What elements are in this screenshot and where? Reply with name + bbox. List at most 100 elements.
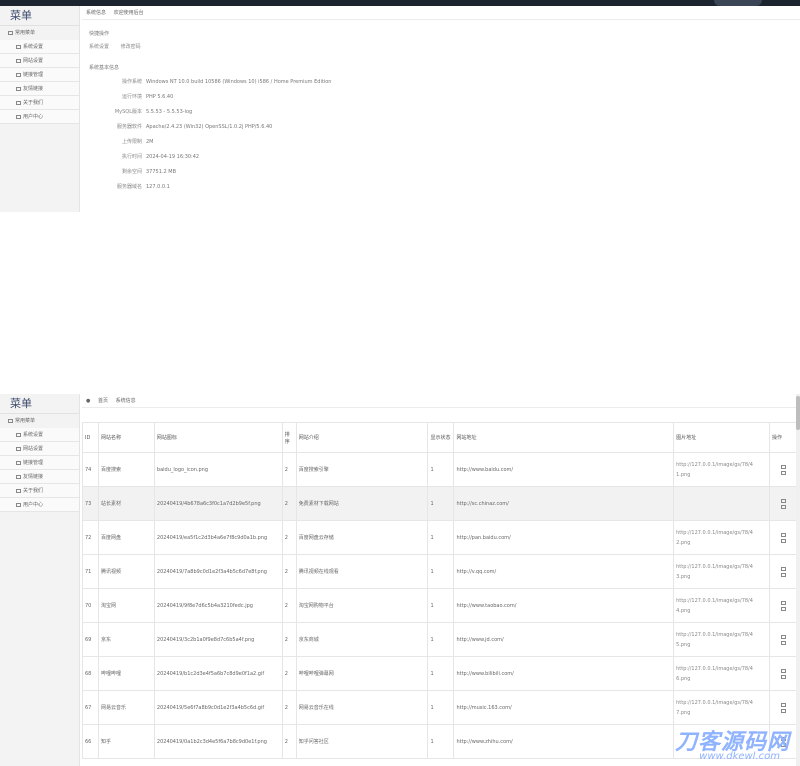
sidebar-item-about[interactable]: 关于我们 <box>0 96 79 110</box>
info-value: 2M <box>146 139 154 145</box>
cell-url[interactable]: http://v.qq.com/ <box>453 554 675 589</box>
cell-icon: 20240419/b1c2d3e4f5a6b7c8d9e0f1a2.gif <box>153 656 283 691</box>
col-header-sort[interactable]: 排序 <box>281 422 297 453</box>
edit-icon[interactable] <box>780 668 786 673</box>
col-header-icon[interactable]: 网站图标 <box>153 422 283 453</box>
sidebar-item-friend-links[interactable]: 友情链接 <box>0 82 79 96</box>
sidebar-item-label: 关于我们 <box>23 488 44 494</box>
edit-icon[interactable] <box>780 498 786 503</box>
sidebar-item-link-manage[interactable]: 链接管理 <box>0 456 79 470</box>
edit-icon[interactable] <box>780 634 786 639</box>
cell-id: 67 <box>82 690 99 725</box>
cell-sort: 2 <box>281 622 297 657</box>
edit-icon[interactable] <box>780 566 786 571</box>
cell-status: 1 <box>427 656 455 691</box>
cell-image: http://127.0.0.1/image/gs/78/4 6.png <box>673 656 770 691</box>
sidebar-item-site-settings[interactable]: 网站设置 <box>0 54 79 68</box>
sidebar-group[interactable]: 常用菜单 <box>0 414 79 428</box>
table-row: 71 腾讯视频 20240419/7a8b9c0d1e2f3a4b5c6d7e8f.… <box>82 554 799 589</box>
cell-actions <box>768 486 799 521</box>
shortcut-system-settings[interactable]: 系统设置 <box>89 44 109 50</box>
sidebar-item-label: 系统设置 <box>23 44 44 50</box>
breadcrumb-item[interactable]: 首页 <box>98 398 108 404</box>
cell-sort: 2 <box>281 724 297 759</box>
table-row: 74 百度搜索 baidu_logo_icon.png 2 百度搜索引擎 1 http://… <box>82 452 799 487</box>
col-header-desc[interactable]: 网站介绍 <box>295 422 429 453</box>
sidebar-item-user-center[interactable]: 用户中心 <box>0 498 79 512</box>
scrollbar[interactable] <box>796 394 800 766</box>
cell-id: 72 <box>82 520 99 555</box>
sidebar-item-label: 友情链接 <box>23 86 44 92</box>
cell-image: http://127.0.0.1/image/gs/78/4 4.png <box>673 588 770 623</box>
cell-url[interactable]: http://pan.baidu.com/ <box>453 520 675 555</box>
col-header-name[interactable]: 网站名称 <box>97 422 155 453</box>
cell-url[interactable]: http://www.bilibili.com/ <box>453 656 675 691</box>
breadcrumb-item: 系统信息 <box>115 398 136 404</box>
sidebar-item-link-manage[interactable]: 链接管理 <box>0 68 79 82</box>
delete-icon[interactable] <box>780 504 786 509</box>
sidebar-item-label: 网站设置 <box>23 446 44 452</box>
delete-icon[interactable] <box>780 708 786 713</box>
home-icon[interactable]: ● <box>86 398 90 404</box>
cell-url[interactable]: http://www.baidu.com/ <box>453 452 675 487</box>
cell-name: 淘宝网 <box>97 588 155 623</box>
cell-icon: 20240419/4b678a6c3f0c1a7d2b9e5f.png <box>153 486 283 521</box>
scrollbar-thumb[interactable] <box>796 396 800 430</box>
cell-image: http://127.0.0.1/image/gs/78/4 2.png <box>673 520 770 555</box>
cell-actions <box>768 656 799 691</box>
info-row: 操作系统 Windows NT 10.0 build 10586 (Windows… <box>82 75 800 90</box>
edit-icon[interactable] <box>780 464 786 469</box>
delete-icon[interactable] <box>780 606 786 611</box>
breadcrumb-item[interactable]: 系统信息 <box>86 10 106 16</box>
cell-status: 1 <box>427 622 455 657</box>
cell-desc: 哔哩哔哩弹幕网 <box>295 656 429 691</box>
sidebar-group[interactable]: 常用菜单 <box>0 26 79 40</box>
list-icon <box>16 58 21 63</box>
cell-sort: 2 <box>281 452 297 487</box>
info-label: 运行环境 <box>121 94 142 100</box>
cell-url[interactable]: http://www.jd.com/ <box>453 622 675 657</box>
sidebar-item-site-settings[interactable]: 网站设置 <box>0 442 79 456</box>
sidebar: 菜单 常用菜单 系统设置 网站设置 链接管理 友情链接 关于我们 用户中心 <box>0 394 80 766</box>
edit-icon[interactable] <box>780 532 786 537</box>
cell-url[interactable]: http://sc.chinaz.com/ <box>453 486 675 521</box>
sidebar-item-friend-links[interactable]: 友情链接 <box>0 470 79 484</box>
link-table: ID 网站名称 网站图标 排序 网站介绍 显示状态 网站地址 图片地址 操作 7… <box>82 422 799 759</box>
cell-name: 京东 <box>97 622 155 657</box>
sidebar-item-system-settings[interactable]: 系统设置 <box>0 428 79 442</box>
delete-icon[interactable] <box>780 572 786 577</box>
cell-desc: 淘宝网购物平台 <box>295 588 429 623</box>
image-url-line: 7.png <box>676 709 691 716</box>
cell-sort: 2 <box>281 656 297 691</box>
col-header-status[interactable]: 显示状态 <box>427 422 455 453</box>
shortcut-change-password[interactable]: 修改密码 <box>121 44 141 50</box>
delete-icon[interactable] <box>780 538 786 543</box>
sidebar-item-label: 关于我们 <box>23 100 44 106</box>
sidebar-item-system-settings[interactable]: 系统设置 <box>0 40 79 54</box>
col-header-url[interactable]: 网站地址 <box>453 422 675 453</box>
cell-id: 73 <box>82 486 99 521</box>
cell-url[interactable]: http://www.taobao.com/ <box>453 588 675 623</box>
cell-sort: 2 <box>281 520 297 555</box>
delete-icon[interactable] <box>780 674 786 679</box>
cell-name: 腾讯视频 <box>97 554 155 589</box>
cell-status: 1 <box>427 520 455 555</box>
delete-icon[interactable] <box>780 640 786 645</box>
main-content: ● 首页 系统信息 ID 网站名称 网站图标 排序 网站介绍 显示状态 网站地址… <box>82 394 800 766</box>
delete-icon[interactable] <box>780 470 786 475</box>
image-url-line: 2.png <box>676 539 691 546</box>
sidebar-title: 菜单 <box>0 6 79 26</box>
edit-icon[interactable] <box>780 600 786 605</box>
list-icon <box>16 502 21 507</box>
cell-name: 知乎 <box>97 724 155 759</box>
cell-actions <box>768 588 799 623</box>
sidebar-item-about[interactable]: 关于我们 <box>0 484 79 498</box>
sidebar-item-label: 系统设置 <box>23 432 44 438</box>
cell-url[interactable]: http://music.163.com/ <box>453 690 675 725</box>
cell-status: 1 <box>427 486 455 521</box>
edit-icon[interactable] <box>780 702 786 707</box>
col-header-id[interactable]: ID <box>82 422 99 453</box>
cell-id: 68 <box>82 656 99 691</box>
sidebar-item-user-center[interactable]: 用户中心 <box>0 110 79 124</box>
col-header-image[interactable]: 图片地址 <box>673 422 770 453</box>
